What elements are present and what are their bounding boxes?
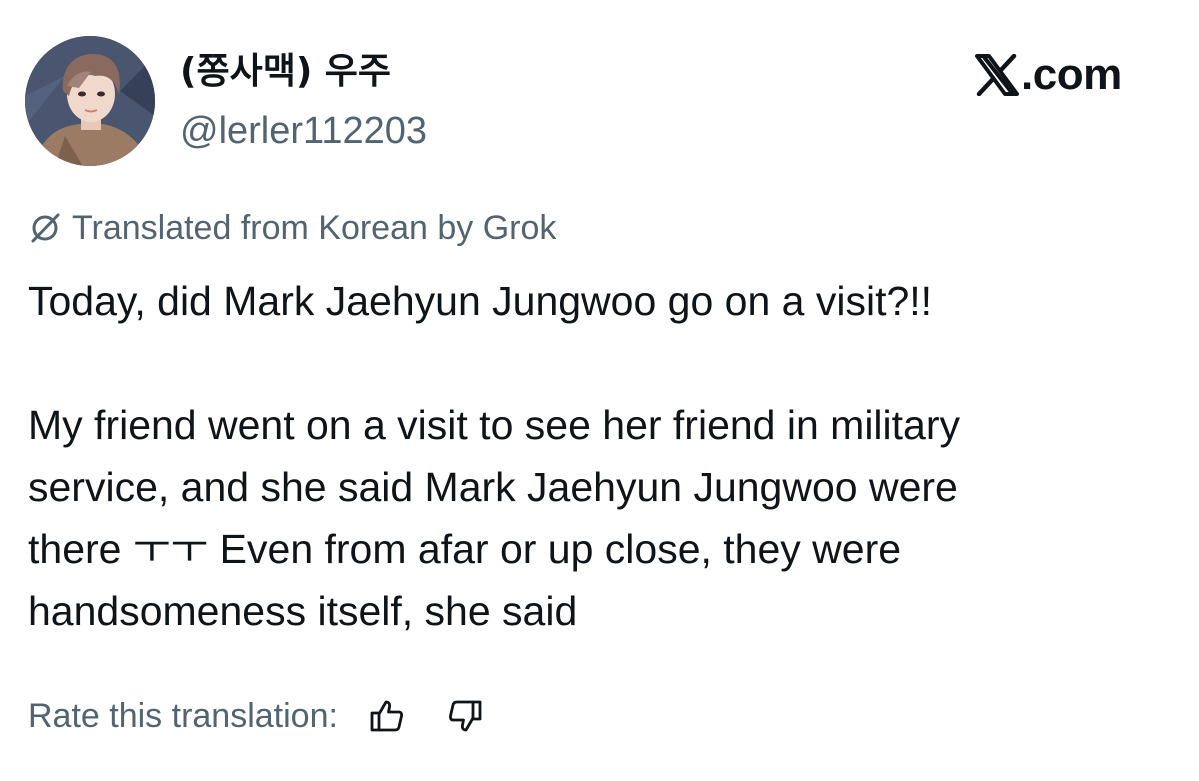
rate-translation-label: Rate this translation:	[28, 697, 338, 735]
tweet-line: handsomeness itself, she said	[28, 588, 578, 634]
profile-photo-icon	[25, 36, 155, 166]
thumbs-down-icon[interactable]	[446, 697, 484, 735]
translation-notice: Translated from Korean by Grok	[28, 206, 556, 250]
tweet-text: Today, did Mark Jaehyun Jungwoo go on a …	[28, 270, 1188, 642]
tweet-line: service, and she said Mark Jaehyun Jungw…	[28, 464, 958, 510]
author-display-name[interactable]: (쫑사맥) 우주	[180, 50, 391, 94]
translation-notice-text: Translated from Korean by Grok	[72, 209, 557, 247]
tweet-line: My friend went on a visit to see her fri…	[28, 402, 960, 448]
tweet-line: Today, did Mark Jaehyun Jungwoo go on a …	[28, 278, 933, 324]
author-handle[interactable]: @lerler112203	[180, 108, 427, 154]
rate-translation: Rate this translation:	[28, 694, 484, 738]
x-logo-icon	[975, 54, 1019, 96]
brand-watermark: .com	[975, 50, 1122, 100]
avatar[interactable]	[25, 36, 155, 166]
thumbs-up-icon[interactable]	[368, 697, 406, 735]
grok-icon	[31, 213, 60, 243]
tweet-line: there ㅜㅜ Even from afar or up close, the…	[28, 526, 902, 572]
brand-suffix: .com	[1021, 50, 1122, 99]
